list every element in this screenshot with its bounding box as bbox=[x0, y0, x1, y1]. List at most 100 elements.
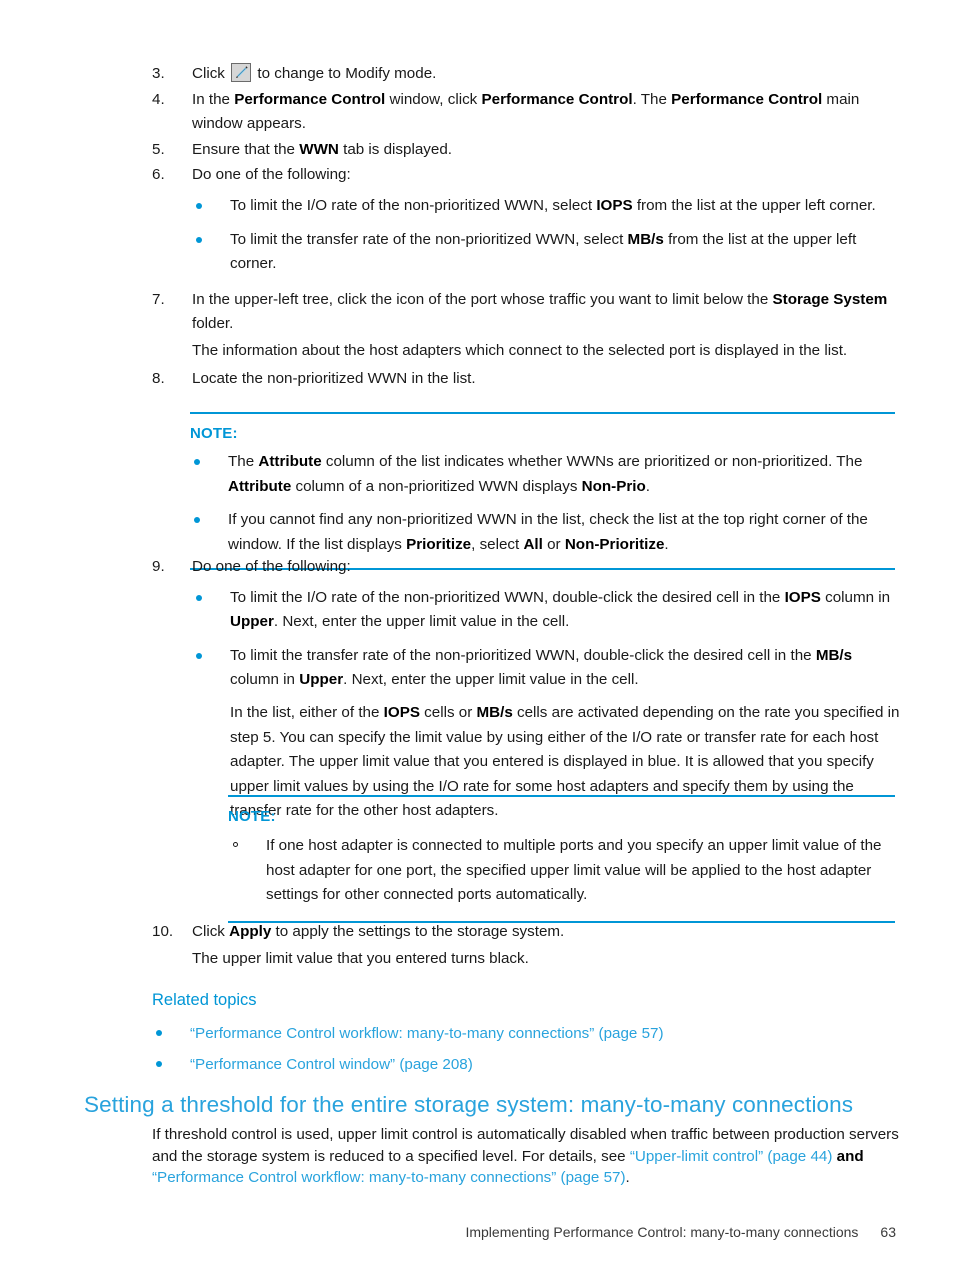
page-footer: Implementing Performance Control: many-t… bbox=[0, 1222, 954, 1242]
step-9: 9. Do one of the following: To limit the… bbox=[152, 555, 902, 824]
step-10-text: Click Apply to apply the settings to the… bbox=[192, 920, 902, 971]
step-4-seg-1: In the bbox=[192, 90, 235, 108]
section-link-upper-limit-control[interactable]: “Upper-limit control” (page 44) bbox=[630, 1148, 833, 1165]
note-2-bullet-multiport: If one host adapter is connected to mult… bbox=[228, 834, 895, 908]
step-10-bold-apply: Apply bbox=[229, 923, 272, 940]
s9p-bold1: IOPS bbox=[383, 703, 420, 721]
s9b2-bold2: Upper bbox=[299, 671, 344, 689]
section-body-paragraph: If threshold control is used, upper limi… bbox=[152, 1124, 900, 1189]
step-4-number: 4. bbox=[152, 90, 165, 108]
step-6-b2-seg1: To limit the transfer rate of the non-pr… bbox=[230, 230, 628, 248]
list-item: “Performance Control window” (page 208) bbox=[152, 1053, 892, 1076]
procedure-step-10: 10. Click Apply to apply the settings to… bbox=[152, 920, 902, 972]
step-8-number: 8. bbox=[152, 369, 165, 387]
procedure-steps-3-to-8: 3. Click to change to Modify mode. 4. In… bbox=[152, 62, 902, 392]
n1b2-seg4: . bbox=[664, 535, 669, 553]
step-3-text-after-icon: to change to Modify mode. bbox=[257, 65, 437, 82]
n1b2-bold1: Prioritize bbox=[406, 535, 472, 553]
step-6-text: Do one of the following: To limit the I/… bbox=[192, 163, 902, 280]
n1b1-seg1: The bbox=[228, 453, 259, 470]
step-4-text: In the Performance Control window, click… bbox=[192, 88, 902, 137]
related-link-workflow[interactable]: “Performance Control workflow: many-to-m… bbox=[190, 1025, 664, 1042]
step-9-text: Do one of the following: To limit the I/… bbox=[192, 555, 902, 824]
step-4: 4. In the Performance Control window, cl… bbox=[152, 88, 902, 137]
n1b2-seg2: , select bbox=[471, 535, 524, 553]
s9b2-seg2: column in bbox=[230, 671, 300, 689]
step-8: 8. Locate the non-prioritized WWN in the… bbox=[152, 367, 902, 392]
step-6-bullet-list: To limit the I/O rate of the non-priorit… bbox=[192, 194, 902, 277]
section-heading: Setting a threshold for the entire stora… bbox=[84, 1092, 854, 1117]
section-body-period: . bbox=[625, 1169, 630, 1186]
step-6-b1-bold: IOPS bbox=[596, 196, 633, 214]
n1b2-seg3: or bbox=[542, 535, 565, 553]
note-2-bullet-list: If one host adapter is connected to mult… bbox=[228, 834, 895, 908]
step-5: 5. Ensure that the WWN tab is displayed. bbox=[152, 138, 902, 163]
n1b1-seg2: column of the list indicates whether WWN… bbox=[321, 453, 863, 470]
step-9-lead-in: Do one of the following: bbox=[192, 558, 351, 575]
step-6-lead-in: Do one of the following: bbox=[192, 166, 351, 184]
s9p-bold2: MB/s bbox=[476, 703, 513, 721]
s9b2-seg1: To limit the transfer rate of the non-pr… bbox=[230, 646, 816, 664]
s9b1-seg3: . Next, enter the upper limit value in t… bbox=[273, 613, 570, 631]
step-10-result-paragraph: The upper limit value that you entered t… bbox=[192, 949, 529, 967]
list-item: “Performance Control workflow: many-to-m… bbox=[152, 1022, 892, 1045]
section-body-and: and bbox=[832, 1147, 864, 1165]
step-9-bullet-list: To limit the I/O rate of the non-priorit… bbox=[192, 586, 902, 693]
step-10-number: 10. bbox=[152, 923, 174, 940]
step-6-bullet-mbs: To limit the transfer rate of the non-pr… bbox=[192, 228, 902, 277]
step-4-seg-2: window, click bbox=[385, 90, 482, 108]
page-number: 63 bbox=[880, 1224, 896, 1240]
footer-title: Implementing Performance Control: many-t… bbox=[465, 1224, 859, 1240]
step-6-bullet-iops: To limit the I/O rate of the non-priorit… bbox=[192, 194, 902, 219]
s9p-seg1: In the list, either of the bbox=[230, 703, 384, 721]
step-7-bold-storage-system: Storage System bbox=[772, 290, 888, 308]
step-6: 6. Do one of the following: To limit the… bbox=[152, 163, 902, 280]
step-3-text: Click to change to Modify mode. bbox=[192, 62, 902, 87]
step-5-seg-1: Ensure that the bbox=[192, 140, 300, 158]
step-7: 7. In the upper-left tree, click the ico… bbox=[152, 288, 902, 364]
step-6-b1-seg1: To limit the I/O rate of the non-priorit… bbox=[230, 196, 597, 214]
s9b1-seg1: To limit the I/O rate of the non-priorit… bbox=[230, 588, 785, 606]
step-10: 10. Click Apply to apply the settings to… bbox=[152, 920, 902, 971]
step-3-number: 3. bbox=[152, 65, 165, 82]
step-3-text-before-icon: Click bbox=[192, 65, 225, 82]
step-4-bold-1: Performance Control bbox=[234, 90, 386, 108]
note-2-title: NOTE: bbox=[228, 808, 276, 825]
document-page: 3. Click to change to Modify mode. 4. In… bbox=[0, 0, 954, 1271]
procedure-step-9: 9. Do one of the following: To limit the… bbox=[152, 555, 902, 825]
step-9-number: 9. bbox=[152, 558, 165, 575]
step-7-seg-1: In the upper-left tree, click the icon o… bbox=[192, 290, 773, 308]
s9b1-bold1: IOPS bbox=[784, 588, 821, 606]
step-4-bold-3: Performance Control bbox=[671, 90, 823, 108]
step-9-bullet-iops: To limit the I/O rate of the non-priorit… bbox=[192, 586, 902, 635]
step-10-seg-2: to apply the settings to the storage sys… bbox=[271, 923, 565, 940]
note-1-bullet-list: The Attribute column of the list indicat… bbox=[190, 450, 895, 557]
step-7-seg-2: folder. bbox=[192, 315, 234, 333]
s9b2-seg3: . Next, enter the upper limit value in t… bbox=[343, 671, 639, 689]
related-topics-list: “Performance Control workflow: many-to-m… bbox=[152, 1022, 892, 1084]
s9b2-bold1: MB/s bbox=[815, 646, 853, 664]
section-link-workflow[interactable]: “Performance Control workflow: many-to-m… bbox=[152, 1169, 626, 1186]
n1b1-seg3: column of a non-prioritized WWN displays bbox=[291, 477, 582, 495]
step-7-note-paragraph: The information about the host adapters … bbox=[192, 341, 848, 359]
step-7-text: In the upper-left tree, click the icon o… bbox=[192, 288, 902, 364]
step-8-text: Locate the non-prioritized WWN in the li… bbox=[192, 369, 476, 387]
n1b2-bold2: All bbox=[523, 535, 543, 553]
step-5-seg-2: tab is displayed. bbox=[338, 140, 453, 158]
step-10-seg-1: Click bbox=[192, 923, 230, 940]
step-5-text: Ensure that the WWN tab is displayed. bbox=[192, 138, 902, 163]
step-3: 3. Click to change to Modify mode. bbox=[152, 62, 902, 87]
step-5-bold-wwn: WWN bbox=[299, 140, 339, 158]
n1b1-bold3: Non-Prio bbox=[581, 477, 646, 495]
step-5-number: 5. bbox=[152, 140, 165, 158]
n1b1-seg4: . bbox=[645, 477, 650, 495]
n1b2-bold3: Non-Prioritize bbox=[564, 535, 665, 553]
related-link-window[interactable]: “Performance Control window” (page 208) bbox=[190, 1056, 473, 1073]
note-1-bullet-prioritize: If you cannot find any non-prioritized W… bbox=[190, 508, 895, 557]
s9p-seg2: cells or bbox=[419, 703, 477, 721]
step-6-b1-seg2: from the list at the upper left corner. bbox=[632, 196, 876, 214]
s9b1-bold2: Upper bbox=[230, 613, 274, 631]
n1b1-bold1: Attribute bbox=[258, 453, 322, 470]
step-6-number: 6. bbox=[152, 166, 165, 184]
step-6-b2-bold: MB/s bbox=[627, 230, 664, 248]
